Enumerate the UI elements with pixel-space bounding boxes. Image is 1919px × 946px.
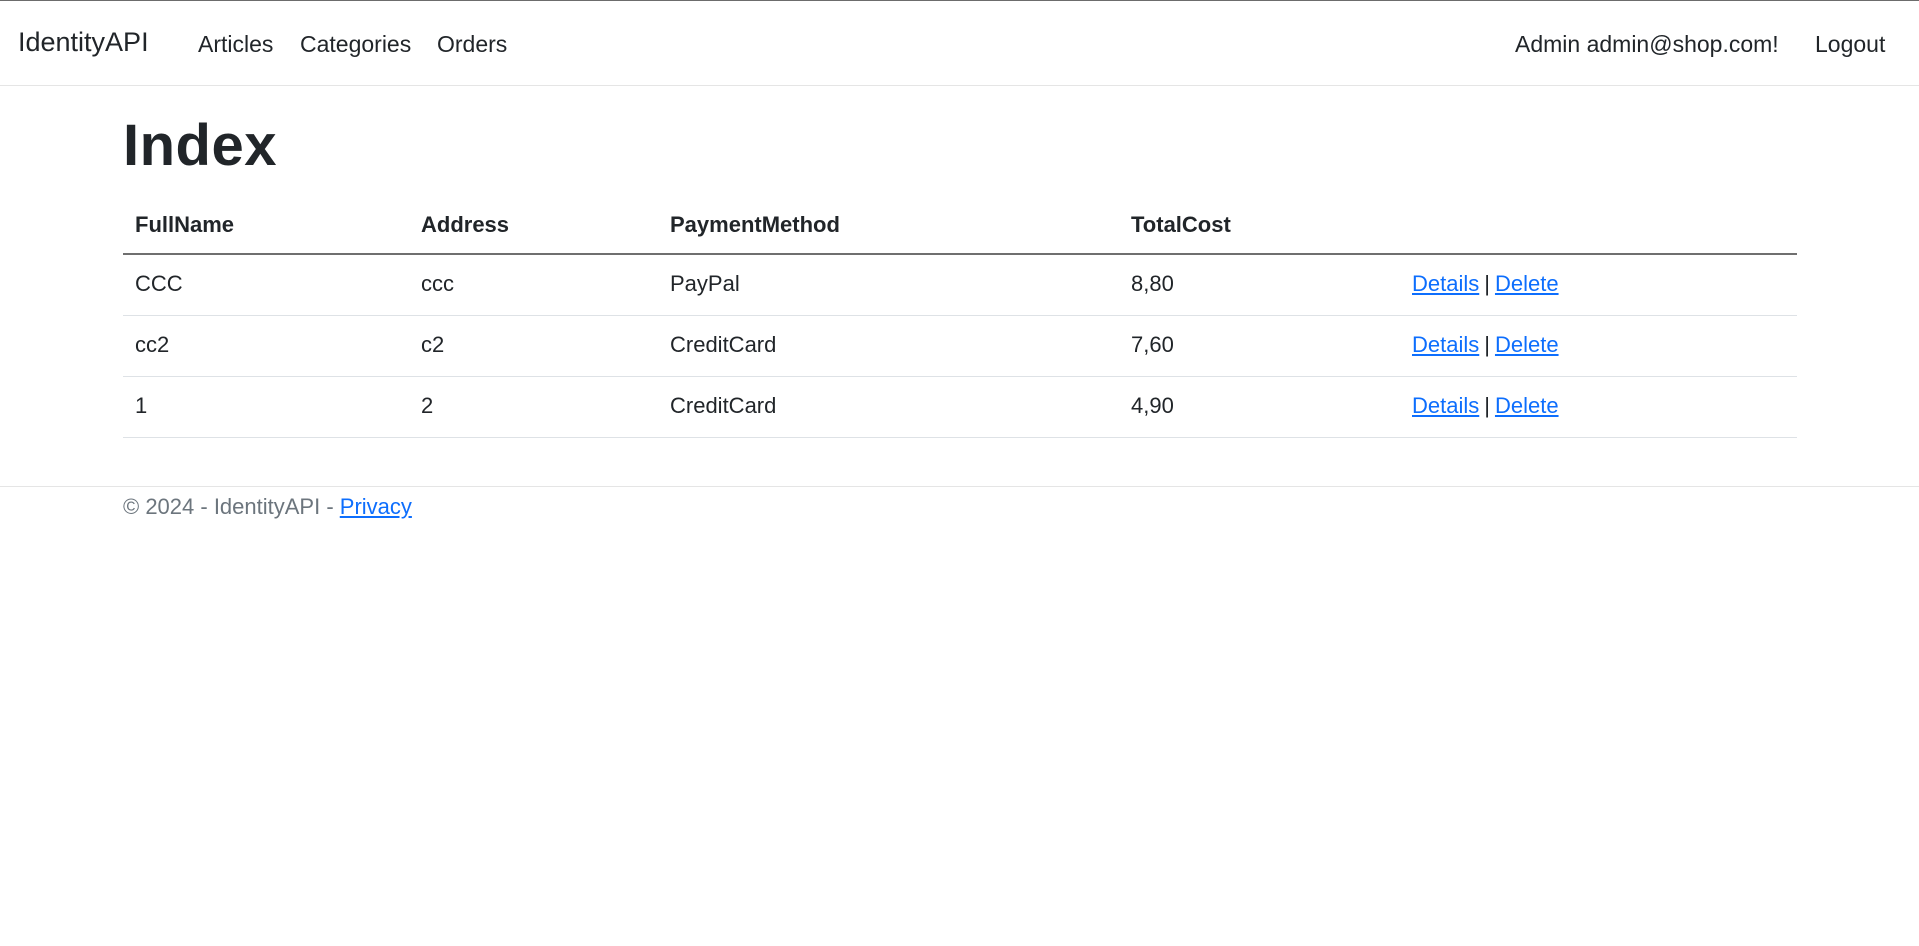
footer: © 2024 - IdentityAPI - Privacy <box>0 486 1919 546</box>
delete-link[interactable]: Delete <box>1495 393 1559 418</box>
navbar: IdentityAPI Articles Categories Orders A… <box>0 1 1919 86</box>
logout-button[interactable]: Logout <box>1815 31 1885 58</box>
nav-articles[interactable]: Articles <box>198 31 273 58</box>
cell-totalcost: 8,80 <box>1131 271 1174 296</box>
table-row: 1 2 CreditCard 4,90 Details | Delete <box>123 377 1797 438</box>
copyright-text: © 2024 - IdentityAPI - <box>123 494 340 519</box>
footer-text: © 2024 - IdentityAPI - Privacy <box>123 494 412 520</box>
cell-address: 2 <box>421 393 434 418</box>
delete-link[interactable]: Delete <box>1495 271 1559 296</box>
brand-link[interactable]: IdentityAPI <box>18 27 149 58</box>
column-header-paymentmethod: PaymentMethod <box>670 212 840 237</box>
table-row: CCC ccc PayPal 8,80 Details | Delete <box>123 255 1797 316</box>
delete-link[interactable]: Delete <box>1495 332 1559 357</box>
cell-address: c2 <box>421 332 445 357</box>
user-greeting-link[interactable]: Admin admin@shop.com! <box>1515 31 1779 58</box>
details-link[interactable]: Details <box>1412 271 1479 296</box>
column-header-fullname: FullName <box>135 212 235 237</box>
cell-paymentmethod: CreditCard <box>670 332 777 357</box>
cell-fullname: cc2 <box>135 332 170 357</box>
row-actions: Details | Delete <box>1412 332 1559 358</box>
column-header-address: Address <box>421 212 510 237</box>
page-title: Index <box>123 113 277 178</box>
cell-totalcost: 7,60 <box>1131 332 1174 357</box>
column-header-totalcost: TotalCost <box>1131 212 1231 237</box>
cell-paymentmethod: CreditCard <box>670 393 777 418</box>
cell-totalcost: 4,90 <box>1131 393 1174 418</box>
cell-address: ccc <box>421 271 454 296</box>
details-link[interactable]: Details <box>1412 332 1479 357</box>
cell-paymentmethod: PayPal <box>670 271 740 296</box>
privacy-link[interactable]: Privacy <box>340 494 412 519</box>
details-link[interactable]: Details <box>1412 393 1479 418</box>
action-separator: | <box>1484 271 1490 296</box>
row-actions: Details | Delete <box>1412 271 1559 297</box>
table-header: FullName Address PaymentMethod TotalCost <box>123 196 1797 255</box>
action-separator: | <box>1484 332 1490 357</box>
cell-fullname: 1 <box>135 393 148 418</box>
nav-categories[interactable]: Categories <box>300 31 411 58</box>
orders-table: FullName Address PaymentMethod TotalCost… <box>123 196 1797 438</box>
nav-orders[interactable]: Orders <box>437 31 507 58</box>
row-actions: Details | Delete <box>1412 393 1559 419</box>
cell-fullname: CCC <box>135 271 183 296</box>
table-row: cc2 c2 CreditCard 7,60 Details | Delete <box>123 316 1797 377</box>
action-separator: | <box>1484 393 1490 418</box>
